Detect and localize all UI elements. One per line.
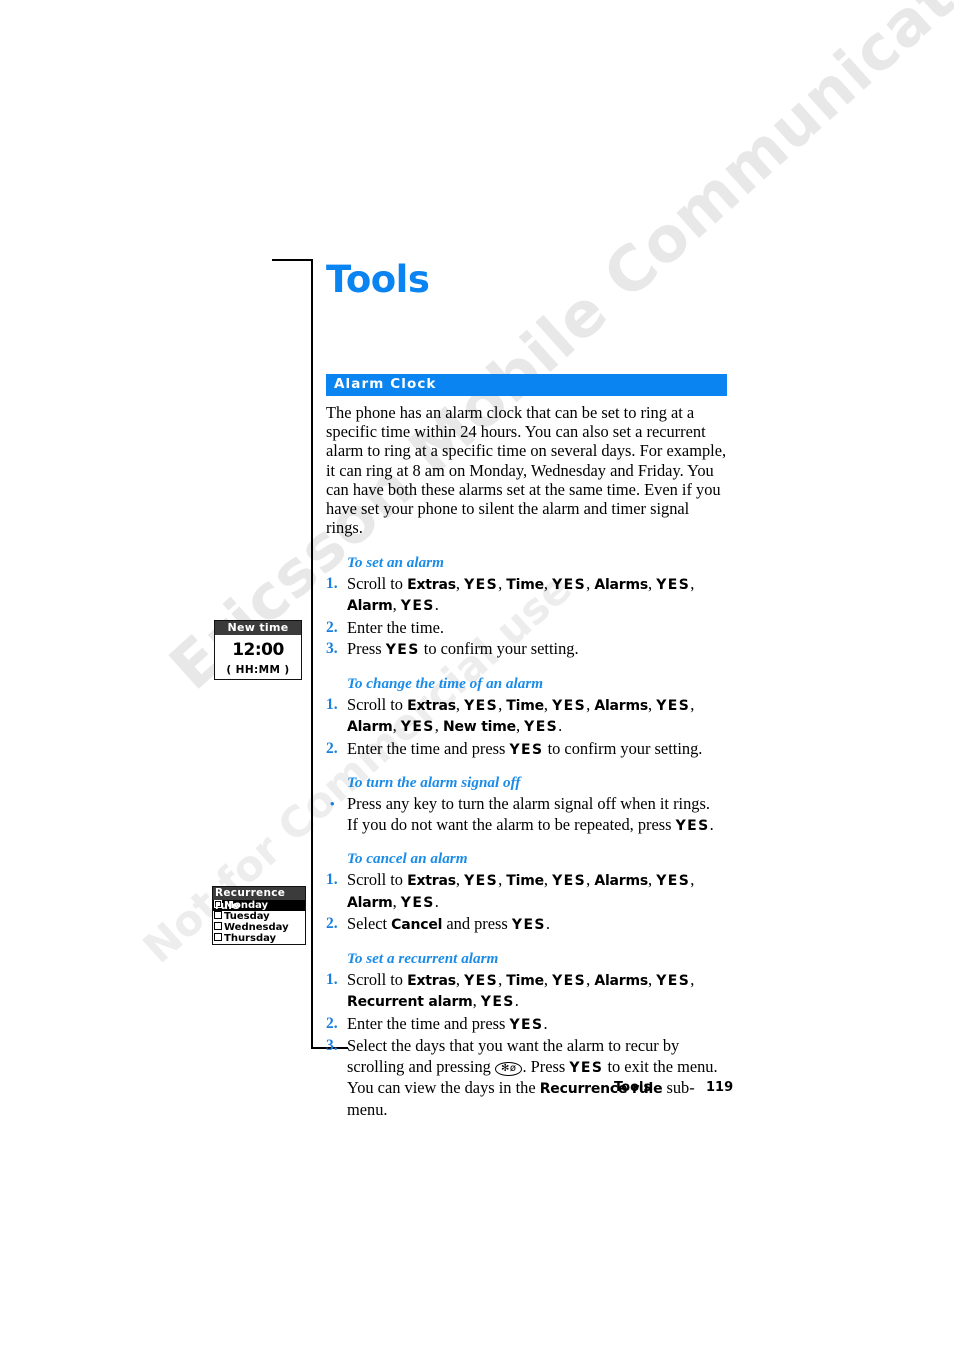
checkbox-empty-icon [214, 922, 222, 930]
procedure-title: To turn the alarm signal off [347, 774, 521, 792]
procedure-step: 2. Enter the time and press YES. [326, 1014, 727, 1036]
step-marker: 2. [326, 1014, 338, 1032]
step-text: Press any key to turn the alarm signal o… [347, 794, 714, 834]
procedure-steps: 1. Scroll to Extras, YES, Time, YES, Alar… [326, 574, 727, 661]
page-title: Tools [326, 258, 430, 301]
procedure-steps: 1. Scroll to Extras, YES, Time, YES, Alar… [326, 970, 727, 1121]
step-marker: 3. [326, 1037, 338, 1055]
procedure-title: To change the time of an alarm [347, 674, 544, 692]
procedure-step: 3. Select the days that you want the alar… [326, 1036, 727, 1120]
procedure-step: 3. Press YES to confirm your setting. [326, 639, 727, 661]
lcd-recurrence-row: Monday [213, 900, 305, 911]
section-intro-text: The phone has an alarm clock that can be… [326, 403, 727, 538]
procedure-block: To cancel an alarm 1. Scroll to Extras, YE… [326, 850, 727, 936]
step-marker: 2. [326, 739, 338, 757]
checkbox-checked-icon [214, 900, 222, 908]
procedure-step: 1. Scroll to Extras, YES, Time, YES, Alar… [326, 574, 727, 617]
procedure-steps: 1. Scroll to Extras, YES, Time, YES, Alar… [326, 870, 727, 936]
step-text: Press YES to confirm your setting. [347, 639, 579, 659]
lcd-recurrence-header: Recurrence rule [213, 887, 305, 912]
step-text: Select the days that you want the alarm … [347, 1036, 718, 1119]
page-rule-vertical [311, 259, 313, 1049]
step-marker: 2. [326, 915, 338, 933]
procedure-step: 2. Select Cancel and press YES. [326, 914, 727, 936]
step-marker: 3. [326, 640, 338, 658]
step-text: Scroll to Extras, YES, Time, YES, Alarms… [347, 573, 695, 615]
step-text: Scroll to Extras, YES, Time, YES, Alarms… [347, 694, 695, 736]
procedure-steps: • Press any key to turn the alarm signal … [326, 794, 727, 836]
lcd-recurrence-row-label: Wednesday [224, 922, 289, 933]
figure-new-time-screen: New time 12:00 ( HH:MM ) [214, 620, 302, 680]
section-header-bar: Alarm Clock [326, 374, 727, 396]
procedure-step: 1. Scroll to Extras, YES, Time, YES, Alar… [326, 970, 727, 1013]
procedures-list: To set an alarm 1. Scroll to Extras, YES, … [326, 554, 727, 1121]
page-rule-top [272, 259, 313, 261]
procedure-block: To turn the alarm signal off • Press any k… [326, 774, 727, 836]
step-text: Scroll to Extras, YES, Time, YES, Alarms… [347, 969, 695, 1011]
lcd-recurrence-row: Tuesday [213, 911, 305, 922]
step-marker: 1. [326, 970, 338, 988]
content-column: Alarm Clock The phone has an alarm clock… [326, 374, 727, 1121]
figure-recurrence-rule-screen: Recurrence rule MondayTuesdayWednesdayTh… [212, 886, 306, 945]
procedure-step: 1. Scroll to Extras, YES, Time, YES, Alar… [326, 695, 727, 738]
procedure-title: To set a recurrent alarm [347, 949, 499, 967]
checkbox-empty-icon [214, 911, 222, 919]
step-marker: • [330, 796, 335, 812]
procedure-block: To set a recurrent alarm 1. Scroll to Extr… [326, 950, 727, 1121]
step-text: Enter the time. [347, 617, 444, 637]
step-text: Enter the time and press YES to confirm … [347, 738, 703, 758]
lcd-recurrence-row-label: Tuesday [224, 911, 270, 922]
footer-page-number: 119 [706, 1080, 734, 1095]
lcd-recurrence-row-label: Thursday [224, 933, 277, 944]
procedure-block: To change the time of an alarm 1. Scroll t… [326, 675, 727, 761]
procedure-steps: 1. Scroll to Extras, YES, Time, YES, Alar… [326, 695, 727, 761]
procedure-block: To set an alarm 1. Scroll to Extras, YES, … [326, 554, 727, 661]
step-marker: 1. [326, 574, 338, 592]
step-text: Select Cancel and press YES. [347, 914, 550, 934]
lcd-recurrence-row-label: Monday [224, 900, 269, 911]
footer-section-label: Tools [614, 1080, 652, 1095]
lcd-new-time-format: ( HH:MM ) [226, 664, 290, 676]
step-marker: 2. [326, 618, 338, 636]
step-text: Scroll to Extras, YES, Time, YES, Alarms… [347, 870, 695, 911]
procedure-title: To cancel an alarm [347, 850, 468, 868]
procedure-title: To set an alarm [347, 553, 444, 571]
checkbox-empty-icon [214, 933, 222, 941]
step-text: Enter the time and press YES. [347, 1013, 548, 1033]
lcd-recurrence-row: Wednesday [213, 922, 305, 933]
lcd-recurrence-rows: Monday Tuesday Wednesday Thursday [213, 900, 305, 944]
procedure-step: 1. Scroll to Extras, YES, Time, YES, Alar… [326, 870, 727, 913]
step-marker: 1. [326, 695, 338, 713]
lcd-new-time-value: 12:00 [232, 640, 284, 660]
lcd-new-time-header: New time [215, 621, 301, 635]
lcd-recurrence-row: Thursday [213, 933, 305, 944]
step-marker: 1. [326, 871, 338, 889]
procedure-step: 2. Enter the time. [326, 618, 727, 639]
procedure-step: • Press any key to turn the alarm signal … [326, 794, 727, 836]
procedure-step: 2. Enter the time and press YES to confir… [326, 739, 727, 761]
